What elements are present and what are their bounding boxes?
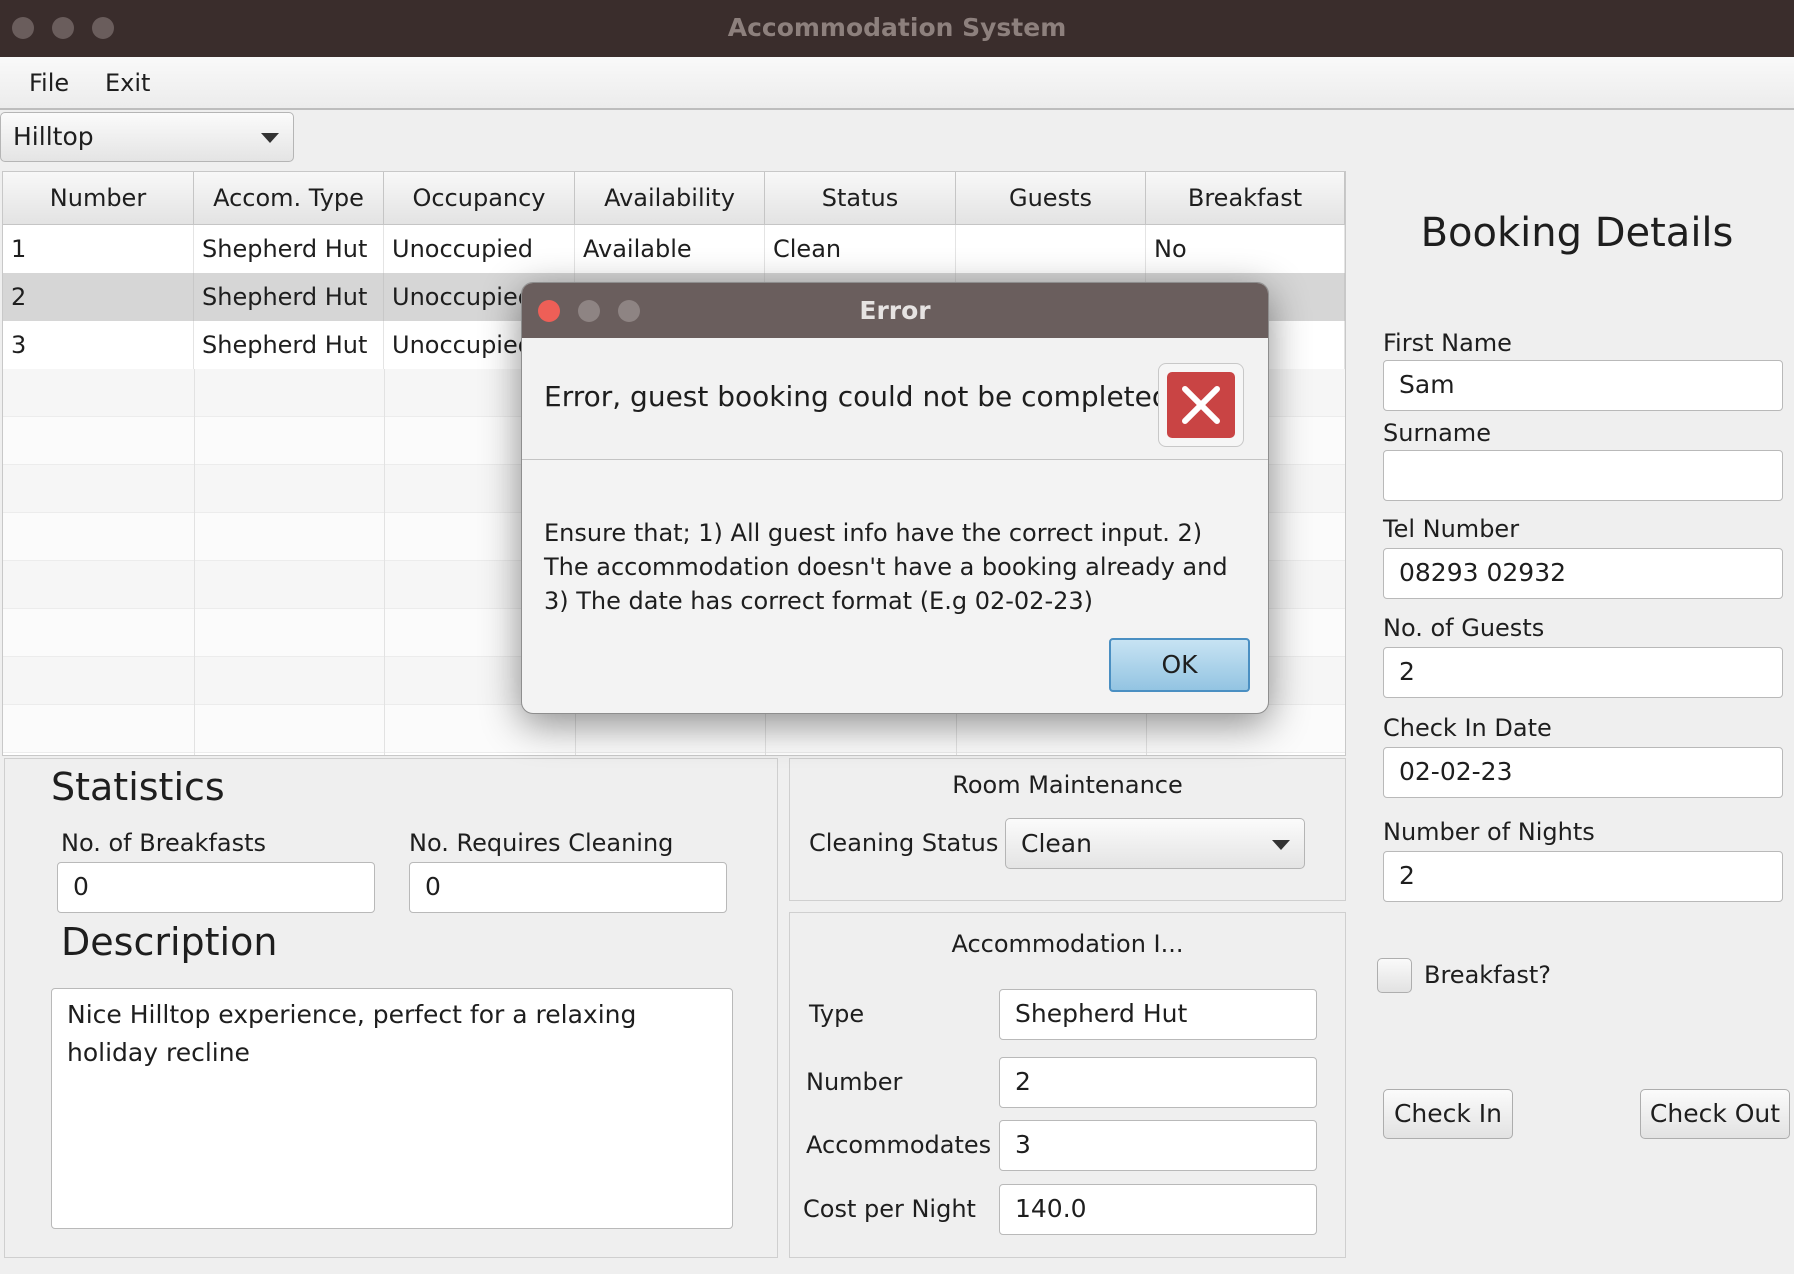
column-header-accom-type[interactable]: Accom. Type [194, 172, 384, 225]
cleaning-count-label: No. Requires Cleaning [409, 829, 674, 857]
breakfast-checkbox-label: Breakfast? [1424, 961, 1551, 989]
cleaning-status-select[interactable]: Clean [1005, 818, 1305, 869]
column-header-occupancy[interactable]: Occupancy [384, 172, 575, 225]
description-textarea[interactable]: Nice Hilltop experience, perfect for a r… [51, 988, 733, 1229]
check-out-button[interactable]: Check Out [1640, 1089, 1790, 1139]
room-maintenance-title: Room Maintenance [952, 771, 1183, 799]
dialog-header: Error, guest booking could not be comple… [522, 338, 1268, 460]
tel-number-field[interactable]: 08293 02932 [1383, 548, 1783, 599]
cost-per-night-label: Cost per Night [803, 1195, 976, 1223]
location-select[interactable]: Hilltop [0, 112, 294, 162]
error-x-icon [1167, 372, 1235, 438]
guests-count-field[interactable]: 2 [1383, 647, 1783, 698]
check-in-button[interactable]: Check In [1383, 1089, 1513, 1139]
number-label: Number [806, 1068, 903, 1096]
accommodation-info-title: Accommodation I... [951, 930, 1184, 958]
dialog-title: Error [859, 296, 931, 325]
cell-number: 3 [3, 321, 194, 369]
type-label: Type [809, 1000, 865, 1028]
menu-bar: File Exit [0, 57, 1794, 110]
location-select-value: Hilltop [13, 122, 94, 151]
column-divider [194, 369, 195, 755]
ok-button[interactable]: OK [1109, 638, 1250, 692]
cell-number: 2 [3, 273, 194, 321]
table-row[interactable]: 1 Shepherd Hut Unoccupied Available Clea… [3, 225, 1345, 274]
guests-count-label: No. of Guests [1383, 614, 1545, 642]
first-name-label: First Name [1383, 329, 1512, 357]
cell-accom-type: Shepherd Hut [194, 225, 384, 273]
column-divider [384, 369, 385, 755]
cell-number: 1 [3, 225, 194, 273]
surname-label: Surname [1383, 419, 1491, 447]
chevron-down-icon [1272, 839, 1290, 850]
chevron-down-icon [261, 133, 279, 143]
accommodates-field[interactable]: 3 [999, 1120, 1317, 1171]
type-field[interactable]: Shepherd Hut [999, 989, 1317, 1040]
nights-label: Number of Nights [1383, 818, 1595, 846]
cleaning-count-field[interactable]: 0 [409, 862, 727, 913]
cell-status: Clean [765, 225, 956, 273]
column-header-number[interactable]: Number [3, 172, 194, 225]
cell-accom-type: Shepherd Hut [194, 321, 384, 369]
cell-guests [956, 225, 1146, 273]
cell-breakfast: No [1146, 225, 1345, 273]
accommodates-label: Accommodates [806, 1131, 992, 1159]
column-header-guests[interactable]: Guests [956, 172, 1146, 225]
number-field[interactable]: 2 [999, 1057, 1317, 1108]
nights-field[interactable]: 2 [1383, 851, 1783, 902]
menu-file[interactable]: File [29, 57, 69, 110]
surname-field[interactable] [1383, 450, 1783, 501]
column-header-status[interactable]: Status [765, 172, 956, 225]
cleaning-status-label: Cleaning Status [809, 829, 999, 857]
tel-number-label: Tel Number [1383, 515, 1520, 543]
breakfasts-label: No. of Breakfasts [61, 829, 266, 857]
description-title: Description [61, 920, 278, 964]
check-in-date-label: Check In Date [1383, 714, 1552, 742]
check-in-date-field[interactable]: 02-02-23 [1383, 747, 1783, 798]
breakfast-checkbox[interactable] [1377, 958, 1412, 993]
cell-accom-type: Shepherd Hut [194, 273, 384, 321]
window-title: Accommodation System [727, 13, 1067, 42]
first-name-field[interactable]: Sam [1383, 360, 1783, 411]
booking-details-title: Booking Details [1420, 210, 1734, 256]
error-dialog: Error Error, guest booking could not be … [521, 282, 1269, 714]
column-header-breakfast[interactable]: Breakfast [1146, 172, 1345, 225]
menu-exit[interactable]: Exit [105, 57, 150, 110]
dialog-message: Ensure that; 1) All guest info have the … [544, 519, 1228, 615]
dialog-header-text: Error, guest booking could not be comple… [544, 380, 1179, 413]
cleaning-status-value: Clean [1021, 829, 1092, 858]
breakfasts-count-field[interactable]: 0 [57, 862, 375, 913]
column-header-availability[interactable]: Availability [575, 172, 765, 225]
error-icon-frame [1158, 363, 1244, 447]
statistics-title: Statistics [51, 765, 225, 809]
cell-occupancy: Unoccupied [384, 225, 575, 273]
cell-availability: Available [575, 225, 765, 273]
cost-per-night-field[interactable]: 140.0 [999, 1184, 1317, 1235]
